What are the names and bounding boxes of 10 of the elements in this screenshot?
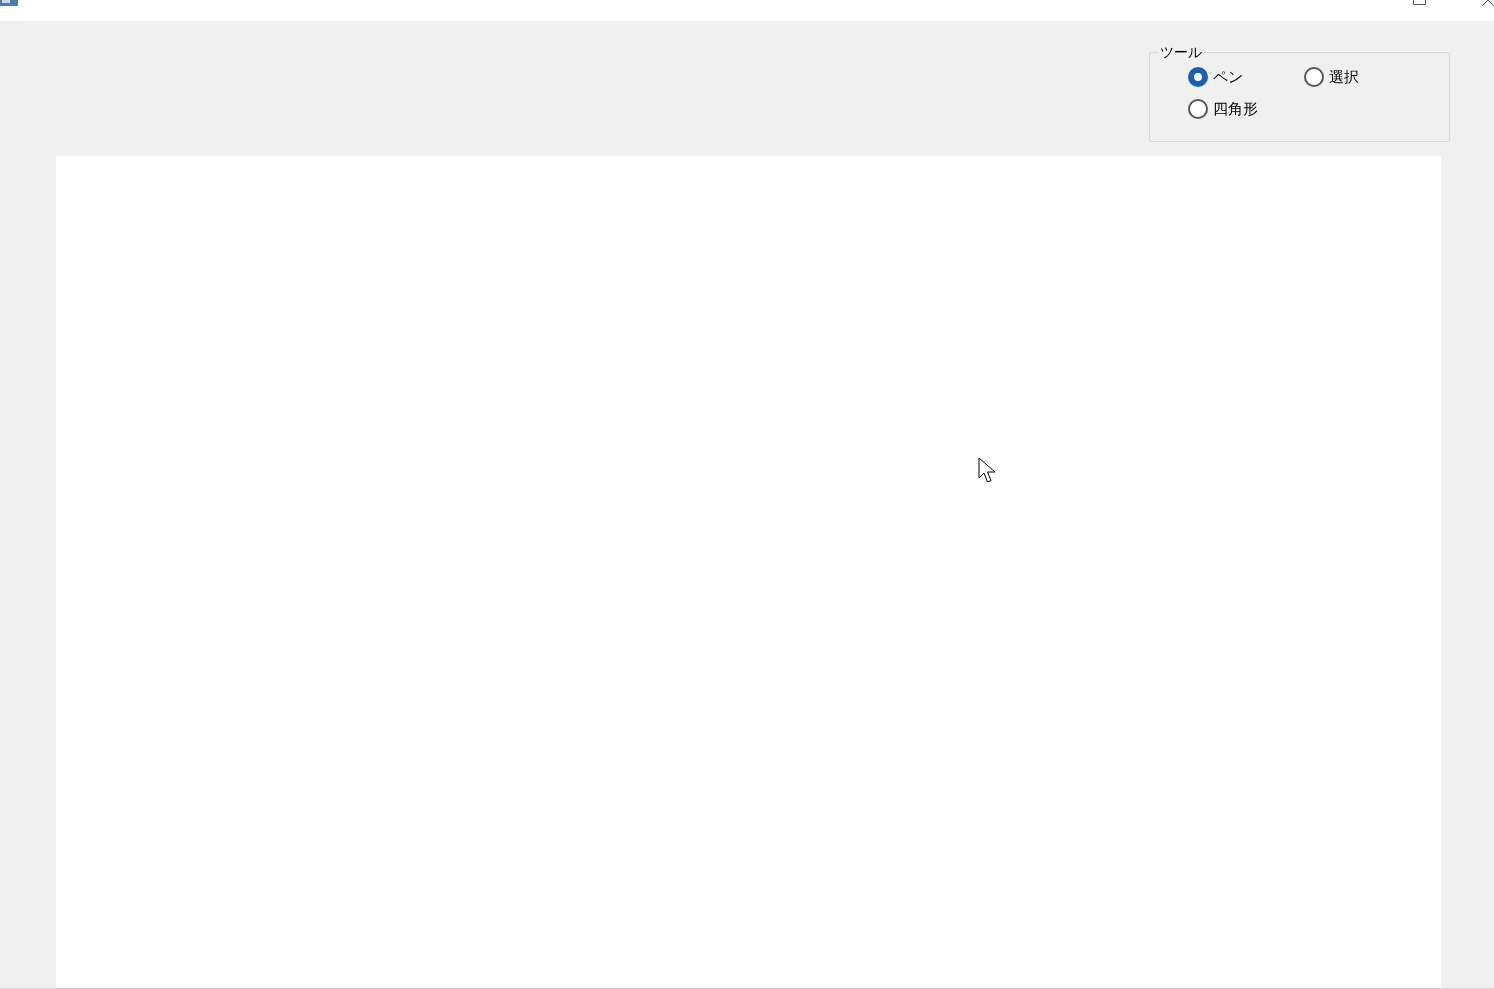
- radio-button[interactable]: [1188, 99, 1208, 119]
- tool-radio-option[interactable]: 四角形: [1188, 98, 1258, 120]
- maximize-icon[interactable]: [1413, 0, 1426, 5]
- radio-button[interactable]: [1188, 67, 1208, 87]
- mouse-cursor-icon: [978, 457, 998, 485]
- app-icon: [0, 0, 18, 7]
- group-title: ツール: [1159, 44, 1203, 60]
- tool-radio-option[interactable]: ペン: [1188, 66, 1243, 88]
- radio-button[interactable]: [1304, 67, 1324, 87]
- tool-radio-option[interactable]: 選択: [1304, 66, 1359, 88]
